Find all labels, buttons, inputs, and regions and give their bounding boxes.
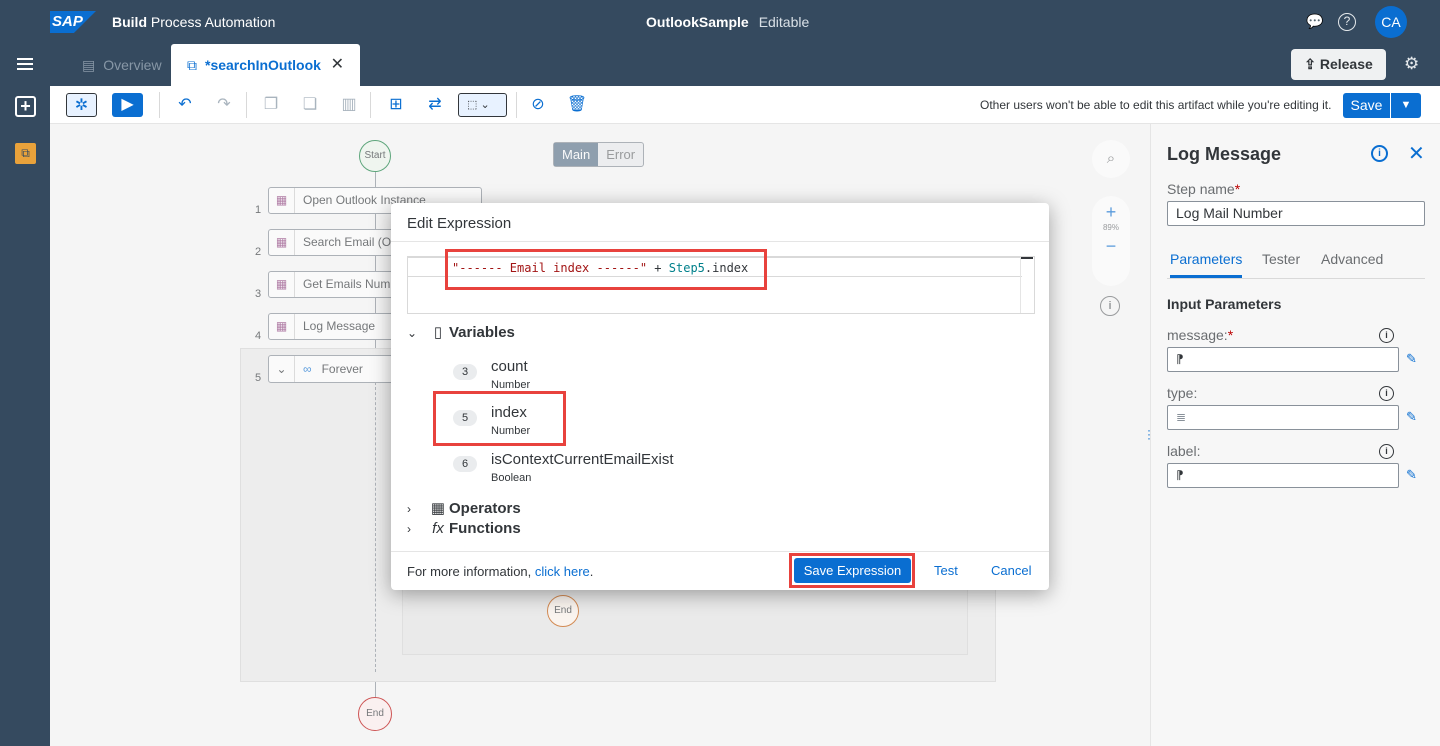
process-flow-icon[interactable]: ⧉ xyxy=(15,143,36,164)
variable-step-badge: 6 xyxy=(453,456,477,472)
calculator-icon: ▦ xyxy=(430,500,446,517)
variable-type: Number xyxy=(491,379,531,391)
app-title: Build Process Automation xyxy=(112,14,276,30)
save-options-button[interactable]: ▼ xyxy=(1391,93,1421,118)
pencil-icon[interactable]: ✎ xyxy=(1406,409,1417,425)
divider xyxy=(391,551,1049,552)
undo-icon[interactable]: ↶ xyxy=(173,93,197,117)
paste-icon[interactable]: ▥ xyxy=(337,93,361,117)
param-message-input[interactable]: ⁋ xyxy=(1167,347,1399,372)
flow-icon: ⧉ xyxy=(187,57,197,73)
toolbar-divider xyxy=(516,92,517,118)
close-icon[interactable]: ✕ xyxy=(1408,141,1425,166)
divider xyxy=(391,241,1049,242)
function-icon: fx xyxy=(432,520,444,537)
gear-icon[interactable]: ⚙ xyxy=(1404,54,1419,74)
select-box-icon: ⬚ xyxy=(467,99,478,111)
pencil-icon[interactable]: ✎ xyxy=(1406,467,1417,483)
highlight-save-button xyxy=(789,553,915,588)
selection-mode-dropdown[interactable]: ⬚ ⌄ xyxy=(458,93,507,117)
project-name: OutlookSample xyxy=(646,14,749,30)
redo-icon[interactable]: ↷ xyxy=(212,93,236,117)
save-button[interactable]: Save xyxy=(1343,93,1390,118)
side-navigation: + ⧉ xyxy=(0,44,50,746)
swap-icon[interactable]: ⇄ xyxy=(423,93,447,117)
highlight-variable xyxy=(433,391,566,446)
resize-handle[interactable]: · · · xyxy=(1147,424,1151,444)
param-type-input[interactable]: ≣ xyxy=(1167,405,1399,430)
operators-section-header[interactable]: › ▦ Operators xyxy=(407,499,521,517)
copy-icon[interactable]: ❐ xyxy=(259,93,283,117)
variables-section-header[interactable]: ⌄ ▯ Variables xyxy=(407,323,515,341)
tab-overview[interactable]: ▤ Overview xyxy=(66,44,178,86)
close-tab-icon[interactable]: ✕ xyxy=(331,44,344,86)
input-parameters-heading: Input Parameters xyxy=(1167,296,1282,312)
step-name-label: Step name* xyxy=(1167,181,1241,197)
cancel-button[interactable]: Cancel xyxy=(991,563,1031,578)
help-icon[interactable]: ? xyxy=(1338,13,1356,31)
chevron-down-icon: ⌄ xyxy=(480,99,490,111)
tab-advanced[interactable]: Advanced xyxy=(1321,251,1383,267)
cut-icon[interactable]: ❏ xyxy=(298,93,322,117)
pencil-icon[interactable]: ✎ xyxy=(1406,351,1417,367)
info-icon[interactable]: i xyxy=(1379,328,1394,343)
highlight-expression xyxy=(445,249,767,290)
chevron-down-icon: ▼ xyxy=(1400,99,1412,111)
info-icon[interactable]: i xyxy=(1371,145,1388,162)
document-icon: ▤ xyxy=(82,57,96,73)
list-icon: ≣ xyxy=(1176,410,1187,424)
panel-tabs: Parameters Tester Advanced xyxy=(1167,246,1425,279)
project-title: OutlookSample Editable xyxy=(646,14,809,30)
project-status: Editable xyxy=(758,14,810,30)
toolbar-divider xyxy=(159,92,160,118)
canvas-toolbar: ✲ ▶ ↶ ↷ ❐ ❏ ▥ ⊞ ⇄ ⬚ ⌄ ⊘ 🗑 Other users wo… xyxy=(50,86,1440,124)
avatar[interactable]: CA xyxy=(1375,6,1407,38)
param-message-label: message:* xyxy=(1167,327,1234,343)
tab-search-in-outlook[interactable]: ⧉ *searchInOutlook ✕ xyxy=(171,44,360,86)
delete-icon[interactable]: 🗑 xyxy=(565,93,589,117)
param-label-input[interactable]: ⁋ xyxy=(1167,463,1399,488)
chevron-down-icon: ⌄ xyxy=(407,326,418,340)
dialog-title: Edit Expression xyxy=(407,215,512,232)
add-group-icon[interactable]: ⊞ xyxy=(384,93,408,117)
tab-tester[interactable]: Tester xyxy=(1262,251,1300,267)
debug-icon[interactable]: ✲ xyxy=(66,93,97,117)
chevron-right-icon: › xyxy=(407,502,411,516)
hide-icon[interactable]: ⊘ xyxy=(526,93,550,117)
lock-message: Other users won't be able to edit this a… xyxy=(980,98,1332,112)
info-icon[interactable]: i xyxy=(1379,444,1394,459)
toolbar-divider xyxy=(370,92,371,118)
click-here-link[interactable]: click here xyxy=(535,564,590,579)
edit-expression-dialog: Edit Expression "------ Email index ----… xyxy=(391,203,1049,590)
release-button[interactable]: ⇪ Release xyxy=(1291,49,1386,80)
run-icon[interactable]: ▶ xyxy=(112,93,143,117)
expression-icon: ⁋ xyxy=(1176,468,1184,482)
upload-icon: ⇪ xyxy=(1304,56,1320,72)
step-name-input[interactable]: Log Mail Number xyxy=(1167,201,1425,226)
variable-icon: ▯ xyxy=(433,324,443,341)
variable-is-context-current-email-exist[interactable]: isContextCurrentEmailExist xyxy=(491,451,674,468)
functions-section-header[interactable]: › fx Functions xyxy=(407,520,521,537)
info-footer: For more information, click here. xyxy=(407,564,594,579)
info-icon[interactable]: i xyxy=(1379,386,1394,401)
feedback-icon[interactable]: 💬 xyxy=(1304,11,1326,33)
chevron-right-icon: › xyxy=(407,522,411,536)
variable-step-badge: 3 xyxy=(453,364,477,380)
shell-bar: SAP Build Process Automation OutlookSamp… xyxy=(0,0,1440,44)
properties-panel: · · · Log Message i ✕ Step name* Log Mail … xyxy=(1147,124,1440,746)
editor-tabbar: ▤ Overview ⧉ *searchInOutlook ✕ ⇪ Release … xyxy=(50,44,1440,86)
test-button[interactable]: Test xyxy=(934,563,958,578)
param-type-label: type: xyxy=(1167,385,1198,401)
tab-parameters[interactable]: Parameters xyxy=(1170,251,1243,278)
editor-scrollbar[interactable] xyxy=(1020,257,1034,313)
toolbar-divider xyxy=(246,92,247,118)
variable-type: Boolean xyxy=(491,472,532,484)
add-icon[interactable]: + xyxy=(15,96,36,117)
variable-count[interactable]: count xyxy=(491,358,528,375)
panel-title: Log Message xyxy=(1167,144,1282,164)
menu-icon[interactable] xyxy=(17,58,33,70)
sap-logo[interactable]: SAP xyxy=(50,11,96,33)
param-label-label: label: xyxy=(1167,443,1201,459)
expression-icon: ⁋ xyxy=(1176,352,1184,366)
